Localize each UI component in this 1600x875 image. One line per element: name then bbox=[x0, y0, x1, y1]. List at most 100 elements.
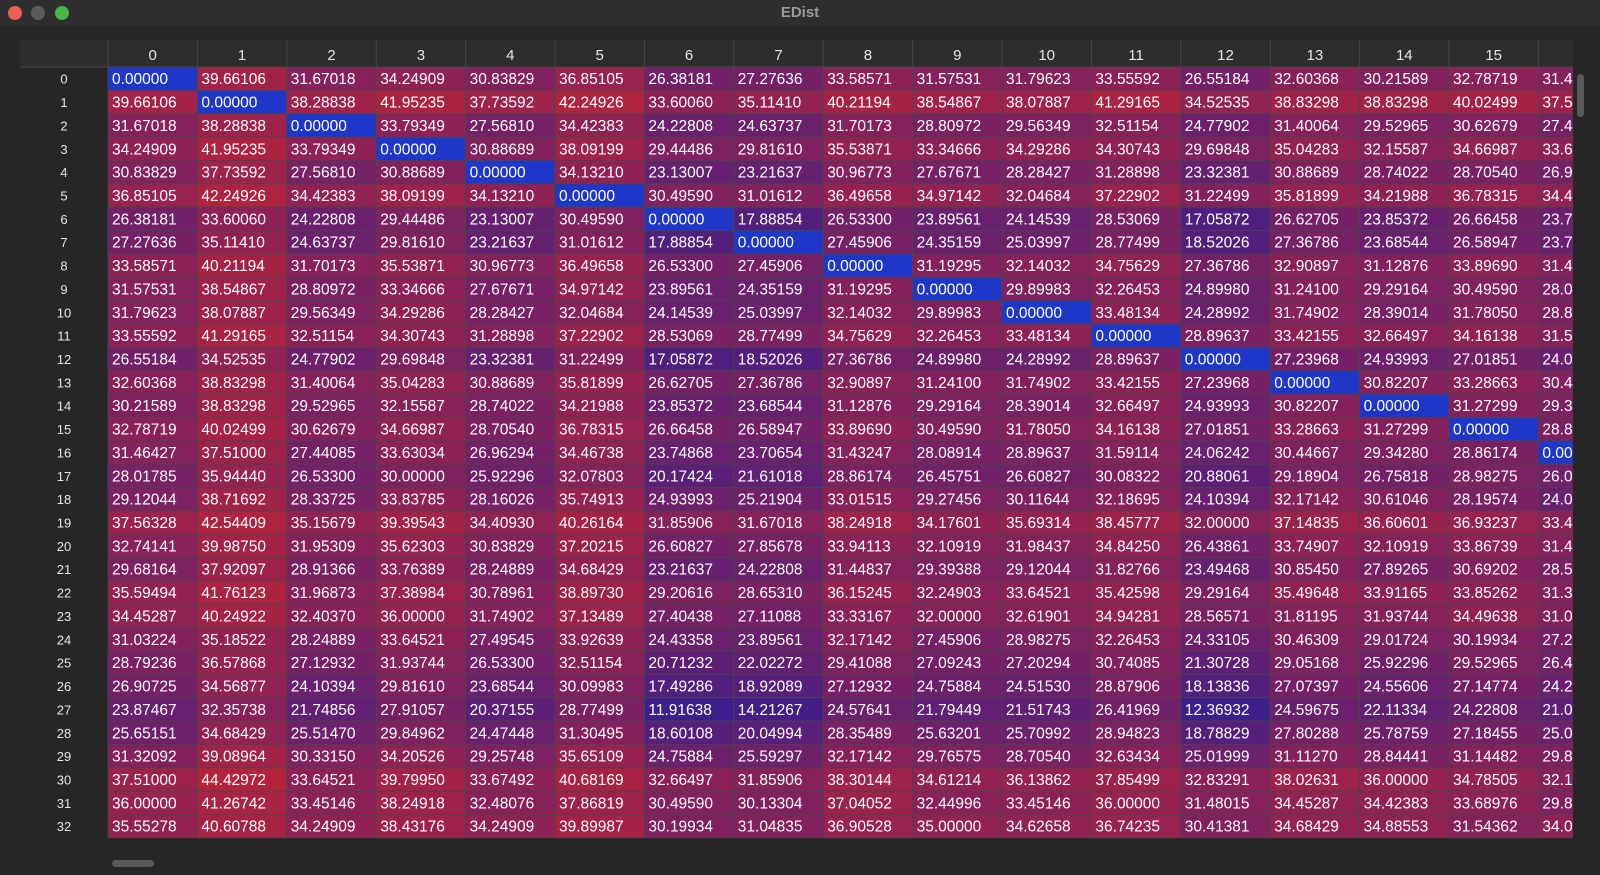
column-header[interactable]: 2 bbox=[327, 47, 335, 64]
table-cell-value: 26.41969 bbox=[1095, 702, 1160, 719]
table-cell-value: 18.60108 bbox=[648, 725, 713, 742]
table-cell-value: 33.28663 bbox=[1274, 422, 1339, 439]
table-cell-value: 32.14032 bbox=[1006, 258, 1071, 275]
row-header[interactable]: 27 bbox=[57, 702, 71, 717]
horizontal-scrollbar[interactable] bbox=[20, 858, 1570, 870]
vertical-scrollbar[interactable] bbox=[1576, 42, 1586, 829]
table-cell-value: 35.42598 bbox=[1095, 585, 1160, 602]
column-header[interactable]: 12 bbox=[1217, 47, 1234, 64]
table-cell-value: 41.95235 bbox=[380, 95, 445, 112]
table-cell-value: 23.89561 bbox=[917, 211, 982, 228]
table-cell-value: 38.43176 bbox=[380, 819, 445, 836]
row-header[interactable]: 9 bbox=[60, 282, 67, 297]
row-header[interactable]: 29 bbox=[57, 749, 71, 764]
table-cell-value: 40.21194 bbox=[201, 258, 265, 275]
table-cell-value: 32.10919 bbox=[1364, 538, 1429, 555]
table-cell-value: 32.17142 bbox=[827, 749, 892, 766]
table-cell-value: 28.24889 bbox=[291, 632, 356, 649]
row-header[interactable]: 6 bbox=[60, 212, 67, 227]
table-cell-value: 31.95309 bbox=[291, 538, 356, 555]
vertical-scroll-thumb[interactable] bbox=[1577, 74, 1584, 117]
table-cell-value: 35.15679 bbox=[291, 515, 356, 532]
row-header[interactable]: 28 bbox=[57, 726, 71, 741]
table-cell-value: 30.49590 bbox=[559, 211, 624, 228]
table-cell-value: 29.52965 bbox=[1364, 118, 1429, 135]
row-header[interactable]: 30 bbox=[57, 772, 71, 787]
row-header[interactable]: 11 bbox=[57, 329, 71, 344]
row-header[interactable]: 13 bbox=[57, 375, 71, 390]
table-cell-value: 14.21267 bbox=[738, 702, 803, 719]
row-header[interactable]: 23 bbox=[57, 609, 71, 624]
table-cell-value: 31.11270 bbox=[1274, 749, 1338, 766]
column-header[interactable]: 5 bbox=[596, 47, 604, 64]
row-header[interactable]: 32 bbox=[57, 819, 71, 834]
table-cell-value: 24.43358 bbox=[648, 632, 713, 649]
row-header[interactable]: 31 bbox=[57, 796, 71, 811]
table-cell-value: 33.45146 bbox=[291, 795, 356, 812]
row-header[interactable]: 3 bbox=[60, 142, 67, 157]
column-header[interactable]: 15 bbox=[1485, 47, 1502, 64]
row-header[interactable]: 24 bbox=[57, 632, 71, 647]
column-header[interactable]: 11 bbox=[1128, 47, 1144, 64]
row-header[interactable]: 17 bbox=[57, 469, 71, 484]
table-cell-value: 33.58571 bbox=[112, 258, 177, 275]
row-header[interactable]: 1 bbox=[60, 95, 67, 110]
table-cell-value: 24.10394 bbox=[291, 679, 356, 696]
column-header[interactable]: 14 bbox=[1396, 47, 1413, 64]
row-header[interactable]: 8 bbox=[60, 259, 67, 274]
table-cell-value: 34.68429 bbox=[201, 725, 266, 742]
column-header[interactable]: 4 bbox=[506, 47, 514, 64]
row-header[interactable]: 25 bbox=[57, 656, 71, 671]
column-header[interactable]: 0 bbox=[149, 47, 157, 64]
table-cell-value: 23.21637 bbox=[648, 562, 713, 579]
table-cell-value: 32.48076 bbox=[470, 795, 535, 812]
table-cell-value: 33.92639 bbox=[559, 632, 624, 649]
table-cell-value: 26.62705 bbox=[1274, 211, 1339, 228]
horizontal-scroll-thumb[interactable] bbox=[112, 860, 154, 867]
row-header[interactable]: 20 bbox=[57, 539, 71, 554]
column-header[interactable]: 13 bbox=[1307, 47, 1324, 64]
row-header[interactable]: 18 bbox=[57, 492, 71, 507]
column-header[interactable]: 3 bbox=[417, 47, 425, 64]
table-cell-value: 27.20000 bbox=[1542, 632, 1573, 649]
column-header[interactable]: 10 bbox=[1038, 47, 1055, 64]
row-header[interactable]: 7 bbox=[60, 235, 67, 250]
row-header[interactable]: 14 bbox=[57, 399, 71, 414]
row-header[interactable]: 26 bbox=[57, 679, 71, 694]
table-cell-value: 32.17142 bbox=[827, 632, 892, 649]
table-cell-value: 29.18904 bbox=[1274, 468, 1339, 485]
row-header[interactable]: 21 bbox=[57, 562, 71, 577]
column-header[interactable]: 6 bbox=[685, 47, 693, 64]
table-cell-value: 35.18522 bbox=[201, 632, 266, 649]
table-cell-value: 34.42383 bbox=[291, 188, 356, 205]
column-header[interactable]: 8 bbox=[864, 47, 872, 64]
table-cell-value: 40.68169 bbox=[559, 772, 624, 789]
row-header[interactable]: 19 bbox=[57, 516, 71, 531]
table-cell-value: 20.88061 bbox=[1185, 468, 1250, 485]
column-header[interactable]: 9 bbox=[953, 47, 961, 64]
table-cell-value: 28.65310 bbox=[738, 585, 803, 602]
table-cell-value: 30.88689 bbox=[470, 141, 535, 158]
table-cell-value: 22.02272 bbox=[738, 655, 803, 672]
table-cell-value: 31.22499 bbox=[559, 352, 624, 369]
row-header[interactable]: 12 bbox=[57, 352, 71, 367]
table-cell-value: 11.91638 bbox=[648, 702, 712, 719]
row-header[interactable]: 0 bbox=[60, 72, 67, 87]
row-header[interactable]: 5 bbox=[60, 188, 67, 203]
row-header[interactable]: 10 bbox=[57, 305, 71, 320]
table-cell-value: 28.74022 bbox=[1364, 165, 1429, 182]
table-cell-value: 25.51470 bbox=[291, 725, 356, 742]
table-cell-value: 42.54409 bbox=[201, 515, 266, 532]
row-header[interactable]: 2 bbox=[60, 118, 67, 133]
table-cell-value: 27.44085 bbox=[291, 445, 356, 462]
column-header[interactable]: 7 bbox=[774, 47, 782, 64]
table-cell-value: 28.56571 bbox=[1185, 608, 1250, 625]
row-header[interactable]: 22 bbox=[57, 586, 71, 601]
row-header[interactable]: 4 bbox=[60, 165, 67, 180]
row-header[interactable]: 15 bbox=[57, 422, 71, 437]
table-cell-value: 23.85372 bbox=[1364, 211, 1429, 228]
row-header[interactable]: 16 bbox=[57, 445, 71, 460]
column-header[interactable]: 1 bbox=[238, 47, 246, 64]
table-cell-value: 30.96773 bbox=[827, 165, 892, 182]
table-cell-value: 29.01724 bbox=[1364, 632, 1429, 649]
